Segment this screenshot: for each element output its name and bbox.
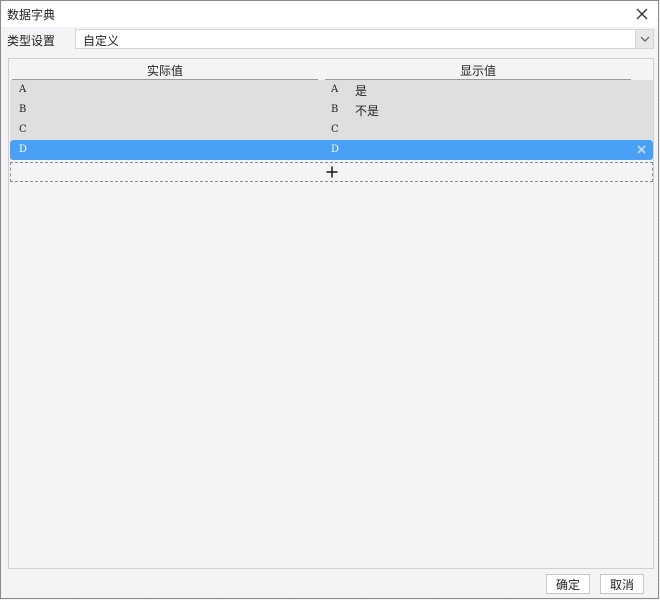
dropdown-button[interactable] <box>635 30 653 48</box>
type-select[interactable]: 自定义 <box>75 29 654 49</box>
plus-icon <box>326 166 337 178</box>
display-key-cell: D <box>331 144 340 155</box>
table-row[interactable]: C C <box>10 120 653 140</box>
ok-button[interactable]: 确定 <box>546 574 590 594</box>
table-rows: A A 是 B B 不是 C C D D <box>10 80 653 160</box>
type-select-value: 自定义 <box>83 34 120 48</box>
delete-row-button[interactable] <box>636 144 647 155</box>
table-row[interactable]: B B 不是 <box>10 100 653 120</box>
add-row-button[interactable] <box>10 162 653 182</box>
table-row-selected[interactable]: D D <box>10 140 653 160</box>
display-key-cell: C <box>331 124 339 135</box>
title-bar: 数据字典 <box>1 1 658 27</box>
close-icon <box>636 8 648 20</box>
column-header-display: 显示值 <box>325 62 631 80</box>
close-button[interactable] <box>632 4 652 24</box>
display-value-cell[interactable]: 是 <box>355 82 367 99</box>
actual-value-cell[interactable]: C <box>19 124 27 135</box>
chevron-down-icon <box>640 36 649 42</box>
actual-value-cell[interactable]: B <box>19 104 26 115</box>
type-setting-label: 类型设置 <box>7 34 56 48</box>
dictionary-table: 实际值 显示值 A A 是 B B 不是 C C D D <box>8 58 654 569</box>
data-dictionary-dialog: 数据字典 类型设置 自定义 实际值 显示值 A A 是 B B 不是 C C D… <box>0 0 659 599</box>
dialog-title: 数据字典 <box>7 8 56 22</box>
actual-value-cell[interactable]: A <box>19 84 26 95</box>
remove-icon <box>637 145 646 154</box>
display-value-cell[interactable]: 不是 <box>355 102 379 119</box>
cancel-button[interactable]: 取消 <box>600 574 644 594</box>
type-setting-row: 类型设置 自定义 <box>1 28 658 52</box>
display-key-cell: A <box>331 84 339 95</box>
actual-value-cell[interactable]: D <box>19 144 27 155</box>
column-header-actual: 实际值 <box>12 62 318 80</box>
table-row[interactable]: A A 是 <box>10 80 653 100</box>
display-key-cell: B <box>331 104 339 115</box>
